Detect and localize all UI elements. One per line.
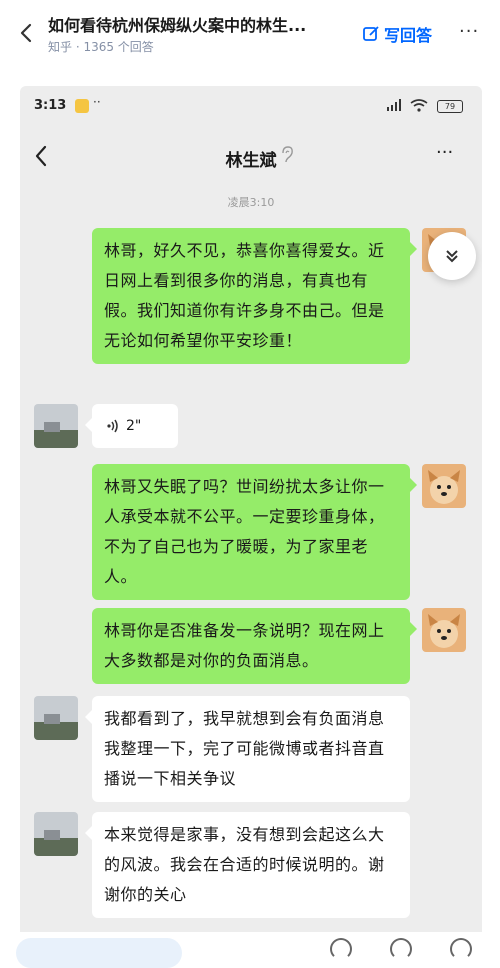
edit-icon	[363, 26, 379, 41]
write-answer-label: 写回答	[384, 26, 433, 45]
ear-icon	[282, 146, 293, 163]
voice-wave-icon	[107, 419, 118, 433]
comment-input[interactable]	[16, 938, 182, 968]
contact-avatar[interactable]	[34, 812, 78, 856]
phone-status-bar: 3:13 ·· 79	[20, 86, 482, 126]
star-icon[interactable]	[390, 938, 412, 960]
app-header: 如何看待杭州保姆纵火案中的林生... 知乎 · 1365 个回答 写回答 ···	[0, 0, 500, 66]
chat-more-icon[interactable]: ···	[436, 142, 453, 163]
message-timestamp: 凌晨3:10	[227, 196, 275, 209]
contact-avatar[interactable]	[34, 404, 78, 448]
dog-avatar[interactable]	[422, 608, 466, 652]
bottom-action-bar	[0, 932, 500, 968]
chat-header: 林生斌 ···	[20, 126, 482, 186]
notification-dots: ··	[93, 95, 101, 109]
message-bubble-received[interactable]: 我都看到了，我早就想到会有负面消息 我整理一下，完了可能微博或者抖音直播说一下相…	[85, 696, 410, 802]
write-answer-button[interactable]: 写回答	[362, 22, 432, 46]
question-title[interactable]: 如何看待杭州保姆纵火案中的林生...	[48, 12, 348, 36]
message-bubble-sent[interactable]: 林哥你是否准备发一条说明？现在网上大多数都是对你的负面消息。	[92, 608, 417, 684]
more-options-icon[interactable]: ···	[459, 21, 479, 42]
question-meta: 知乎 · 1365 个回答	[48, 40, 154, 54]
embedded-chat-screenshot: 3:13 ·· 79 林生斌 ··· 凌晨3:10 林哥，好久不见，恭喜你喜得爱…	[20, 86, 482, 953]
message-bubble-sent[interactable]: 林哥，好久不见，恭喜你喜得爱女。近日网上看到很多你的消息，有真也有假。我们知道你…	[92, 228, 417, 364]
like-icon[interactable]	[330, 938, 352, 960]
emoji-notification-icon	[75, 99, 89, 113]
double-chevron-down-icon	[446, 250, 458, 263]
battery-indicator: 79	[437, 100, 463, 113]
message-bubble-sent[interactable]: 林哥又失眠了吗？世间纷扰太多让你一人承受本就不公平。一定要珍重身体，不为了自己也…	[92, 464, 417, 600]
back-icon[interactable]	[16, 22, 38, 44]
voice-duration: 2"	[126, 418, 142, 434]
contact-avatar[interactable]	[34, 696, 78, 740]
comment-icon[interactable]	[450, 938, 472, 960]
signal-icon	[387, 99, 401, 111]
message-bubble-received[interactable]: 本来觉得是家事，没有想到会起这么大的风波。我会在合适的时候说明的。谢谢你的关心	[85, 812, 410, 918]
dog-avatar[interactable]	[422, 464, 466, 508]
voice-message[interactable]: 2"	[85, 404, 178, 448]
scroll-down-button[interactable]	[428, 232, 476, 280]
contact-name: 林生斌	[225, 151, 277, 171]
wifi-icon	[410, 99, 428, 112]
phone-time: 3:13	[34, 98, 67, 113]
